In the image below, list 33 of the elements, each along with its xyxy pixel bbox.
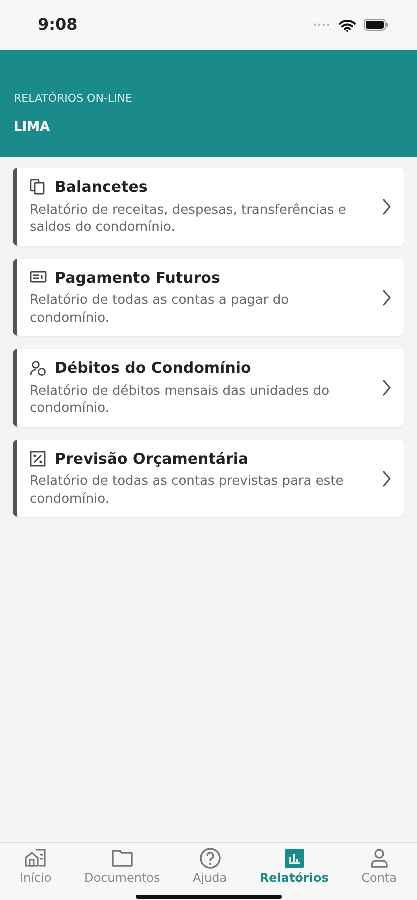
people-icon: [30, 360, 47, 377]
report-card[interactable]: Débitos do Condomínio Relatório de débitos mensais das unidades do condomínio.: [13, 349, 404, 427]
tab-item[interactable]: Documentos: [84, 843, 160, 900]
report-description: Relatório de todas as contas a pagar do condomínio.: [30, 292, 290, 328]
tab-item[interactable]: Ajuda: [193, 843, 228, 900]
report-title: Pagamento Futuros: [55, 268, 220, 289]
wifi-icon: [339, 18, 356, 32]
report-title: Balancetes: [55, 177, 148, 198]
chevron-right-icon: [382, 470, 392, 488]
report-title: Previsão Orçamentária: [55, 448, 249, 470]
report-description: Relatório de débitos mensais das unidades do condomínio.: [30, 382, 331, 418]
report-card[interactable]: Pagamento Futuros Relatório de todas as contas a pagar do condomínio.: [13, 258, 404, 336]
report-card[interactable]: Balancetes Relatório de receitas, despesas, transferências e saldos do condomínio.: [13, 168, 404, 246]
folder-icon: [110, 847, 134, 870]
copy-icon: [30, 178, 47, 196]
tab-item[interactable]: Início: [20, 843, 52, 900]
report-description: Relatório de receitas, despesas, transferências e saldos do condomínio.: [30, 202, 348, 237]
home-icon: [24, 847, 48, 870]
report-title: Débitos do Condomínio: [55, 358, 252, 380]
header-subtitle: RELATÓRIOS ON-LINE: [14, 91, 134, 107]
header-title: LIMA: [14, 118, 52, 136]
help-icon: [198, 847, 222, 870]
percent-icon: [30, 450, 47, 468]
chevron-right-icon: [382, 379, 392, 398]
chevron-right-icon: [382, 288, 392, 307]
bar-chart-icon: [282, 847, 306, 870]
chevron-right-icon: [382, 198, 392, 216]
battery-icon: [364, 19, 389, 31]
clock-time: 9:08: [38, 14, 78, 36]
signal-icon: [313, 23, 331, 27]
tab-item[interactable]: Conta: [362, 843, 397, 900]
report-card[interactable]: Previsão Orçamentária Relatório de todas as contas previstas para este condomínio.: [13, 440, 404, 518]
report-description: Relatório de todas as contas previstas para este condomínio.: [30, 473, 345, 508]
